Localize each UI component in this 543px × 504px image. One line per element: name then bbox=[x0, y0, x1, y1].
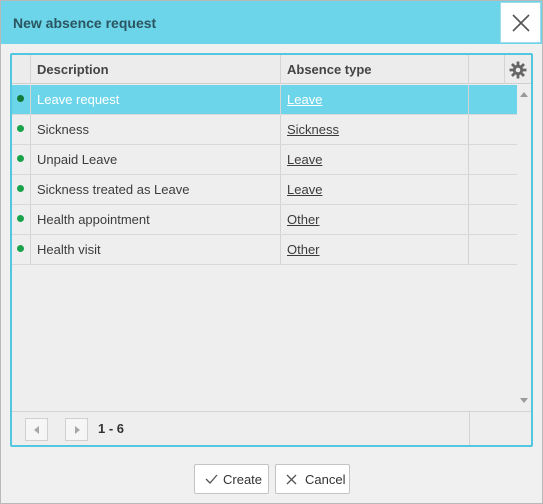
gear-icon[interactable] bbox=[508, 60, 528, 80]
description-column-header[interactable]: Description bbox=[31, 55, 281, 84]
status-dot-icon bbox=[17, 155, 24, 162]
absence-type-link[interactable]: Leave bbox=[287, 182, 322, 197]
create-button[interactable]: Create bbox=[194, 464, 269, 494]
arrow-right-icon bbox=[75, 426, 80, 434]
cancel-button[interactable]: Cancel bbox=[275, 464, 350, 494]
previous-page-button[interactable] bbox=[25, 418, 48, 441]
arrow-left-icon bbox=[34, 426, 39, 434]
row-description: Leave request bbox=[31, 85, 281, 114]
table-row[interactable]: Health visit Other bbox=[12, 235, 517, 265]
next-page-button[interactable] bbox=[65, 418, 88, 441]
row-description: Sickness treated as Leave bbox=[31, 175, 281, 204]
status-dot-icon bbox=[17, 185, 24, 192]
scroll-up-arrow-icon[interactable] bbox=[520, 92, 528, 97]
extra-column-header bbox=[469, 55, 505, 84]
scroll-down-arrow-icon[interactable] bbox=[520, 398, 528, 403]
absence-type-link[interactable]: Leave bbox=[287, 152, 322, 167]
grid-rows: Leave request Leave Sickness Sickness Un… bbox=[12, 85, 517, 265]
absence-type-link[interactable]: Other bbox=[287, 212, 320, 227]
table-row[interactable]: Sickness treated as Leave Leave bbox=[12, 175, 517, 205]
row-description: Health visit bbox=[31, 235, 281, 264]
table-row[interactable]: Leave request Leave bbox=[12, 85, 517, 115]
close-icon bbox=[512, 14, 530, 32]
absence-type-link[interactable]: Other bbox=[287, 242, 320, 257]
table-row[interactable]: Unpaid Leave Leave bbox=[12, 145, 517, 175]
close-icon bbox=[286, 474, 297, 485]
row-description: Sickness bbox=[31, 115, 281, 144]
row-description: Health appointment bbox=[31, 205, 281, 234]
status-dot-icon bbox=[17, 245, 24, 252]
absence-type-link[interactable]: Leave bbox=[287, 92, 322, 107]
status-column-header bbox=[12, 55, 31, 84]
absence-type-link[interactable]: Sickness bbox=[287, 122, 339, 137]
absence-type-column-header[interactable]: Absence type bbox=[281, 55, 469, 84]
create-button-label: Create bbox=[223, 472, 263, 487]
page-range: 1 - 6 bbox=[98, 421, 125, 436]
close-button[interactable] bbox=[500, 2, 541, 43]
grid-header: Description Absence type bbox=[12, 55, 531, 84]
absence-types-grid: Description Absence type Leave request L… bbox=[10, 53, 533, 447]
vertical-scrollbar[interactable] bbox=[517, 85, 531, 411]
checkmark-icon bbox=[205, 474, 218, 484]
grid-pager: 1 - 6 bbox=[12, 411, 531, 445]
pager-divider bbox=[469, 412, 470, 445]
absence-request-dialog: New absence request Description Absence … bbox=[0, 0, 543, 504]
table-row[interactable]: Sickness Sickness bbox=[12, 115, 517, 145]
status-dot-icon bbox=[17, 215, 24, 222]
status-dot-icon bbox=[17, 125, 24, 132]
dialog-title: New absence request bbox=[13, 15, 157, 31]
cancel-button-label: Cancel bbox=[305, 472, 346, 487]
row-description: Unpaid Leave bbox=[31, 145, 281, 174]
status-dot-icon bbox=[17, 95, 24, 102]
dialog-titlebar: New absence request bbox=[1, 1, 542, 44]
table-row[interactable]: Health appointment Other bbox=[12, 205, 517, 235]
